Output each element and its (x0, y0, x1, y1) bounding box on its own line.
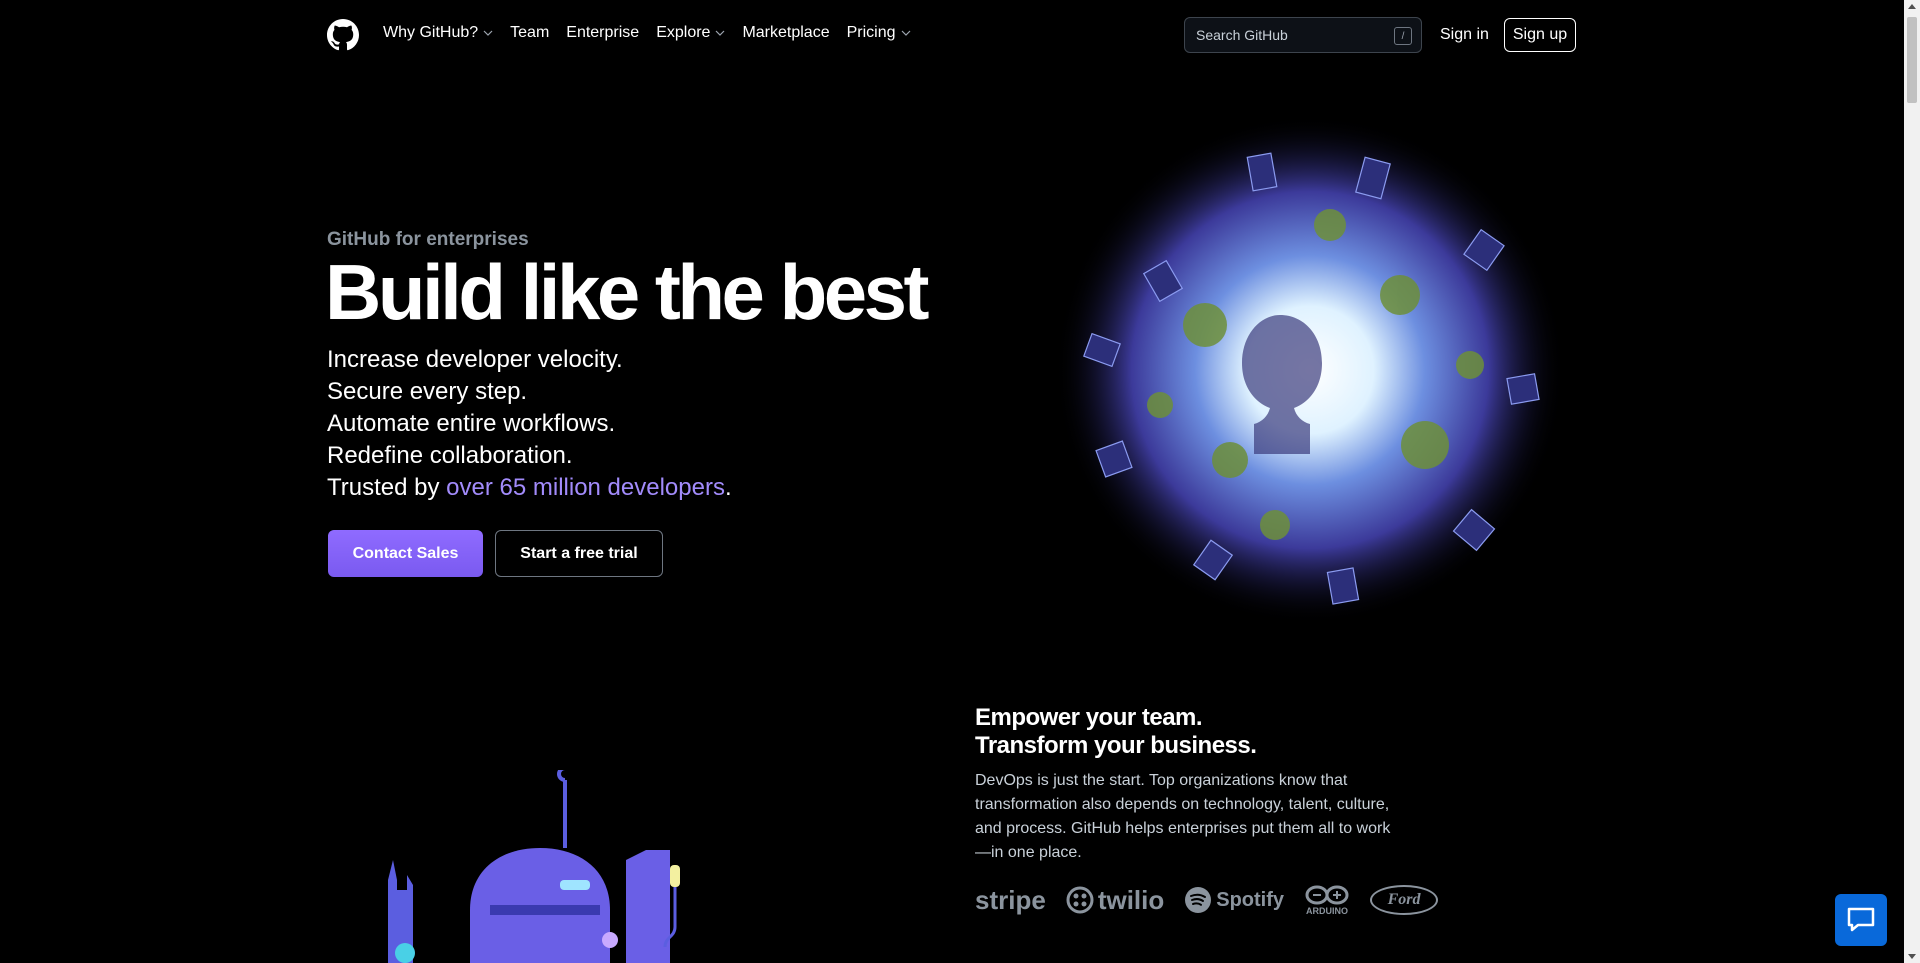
spotify-logo: Spotify (1184, 886, 1284, 914)
customer-logos: stripe twilio Spotify ARDUINO Ford (975, 884, 1439, 916)
scroll-up-icon[interactable] (1908, 4, 1916, 9)
signin-link[interactable]: Sign in (1440, 26, 1489, 44)
site-header: Why GitHub? Team Enterprise Explore Mark… (0, 0, 1904, 72)
hero-line: Redefine collaboration. (327, 442, 573, 469)
nav-pricing[interactable]: Pricing (847, 24, 911, 42)
trusted-suffix: . (724, 474, 732, 501)
stripe-logo: stripe (975, 884, 1046, 915)
nav-label: Enterprise (566, 24, 640, 41)
section2-title: Empower your team. Transform your busine… (975, 704, 1257, 760)
chat-button[interactable] (1835, 894, 1887, 946)
arduino-icon (1305, 885, 1349, 905)
nav-label: Explore (656, 24, 711, 41)
section2-title-line2: Transform your business. (975, 732, 1257, 759)
chevron-down-icon (483, 30, 493, 36)
spotify-text: Spotify (1216, 888, 1285, 911)
nav-marketplace[interactable]: Marketplace (742, 24, 829, 42)
hero-lines: Increase developer velocity. Secure ever… (327, 344, 732, 504)
section2-title-line1: Empower your team. (975, 704, 1203, 731)
twilio-icon (1066, 886, 1094, 914)
hero-trusted-line: Trusted by over 65 million developers. (327, 472, 732, 504)
twilio-logo: twilio (1066, 885, 1164, 916)
search-input[interactable] (1185, 26, 1388, 44)
nav-label: Why GitHub? (383, 24, 479, 41)
nav-label: Team (510, 24, 550, 41)
nav-enterprise[interactable]: Enterprise (566, 24, 639, 42)
spotify-icon (1185, 887, 1212, 913)
developers-link[interactable]: over 65 million developers (446, 474, 725, 501)
nav-explore[interactable]: Explore (656, 24, 725, 42)
nav-team[interactable]: Team (510, 24, 549, 42)
hero-globe-illustration (1055, 115, 1565, 625)
signup-button[interactable]: Sign up (1504, 18, 1576, 52)
trusted-prefix: Trusted by (327, 474, 447, 501)
contact-sales-button[interactable]: Contact Sales (328, 530, 483, 577)
search-box[interactable]: / (1184, 17, 1422, 53)
hero-line: Automate entire workflows. (327, 410, 616, 437)
github-logo-icon[interactable] (327, 19, 359, 51)
chevron-down-icon (716, 30, 725, 36)
ford-logo: Ford (1370, 885, 1439, 915)
twilio-text: twilio (1097, 884, 1165, 915)
chevron-down-icon (901, 30, 910, 36)
arduino-logo: ARDUINO (1304, 884, 1350, 916)
scroll-down-icon[interactable] (1908, 954, 1916, 959)
hero-line: Increase developer velocity. (327, 346, 623, 373)
arduino-text: ARDUINO (1306, 906, 1349, 916)
scrollbar-thumb[interactable] (1907, 17, 1917, 103)
main-nav: Why GitHub? Team Enterprise Explore Mark… (383, 24, 928, 42)
search-shortcut-key: / (1394, 27, 1412, 45)
city-illustration (388, 770, 680, 963)
nav-label: Pricing (846, 24, 896, 41)
hero-title: Build like the best (325, 248, 929, 336)
free-trial-button[interactable]: Start a free trial (495, 530, 663, 577)
nav-why-github[interactable]: Why GitHub? (383, 24, 493, 42)
hero-line: Secure every step. (327, 378, 528, 405)
section2-body: DevOps is just the start. Top organizati… (975, 772, 1391, 861)
chat-bubble-icon (1847, 907, 1875, 932)
page-scrollbar[interactable] (1904, 0, 1920, 963)
nav-label: Marketplace (742, 24, 830, 41)
